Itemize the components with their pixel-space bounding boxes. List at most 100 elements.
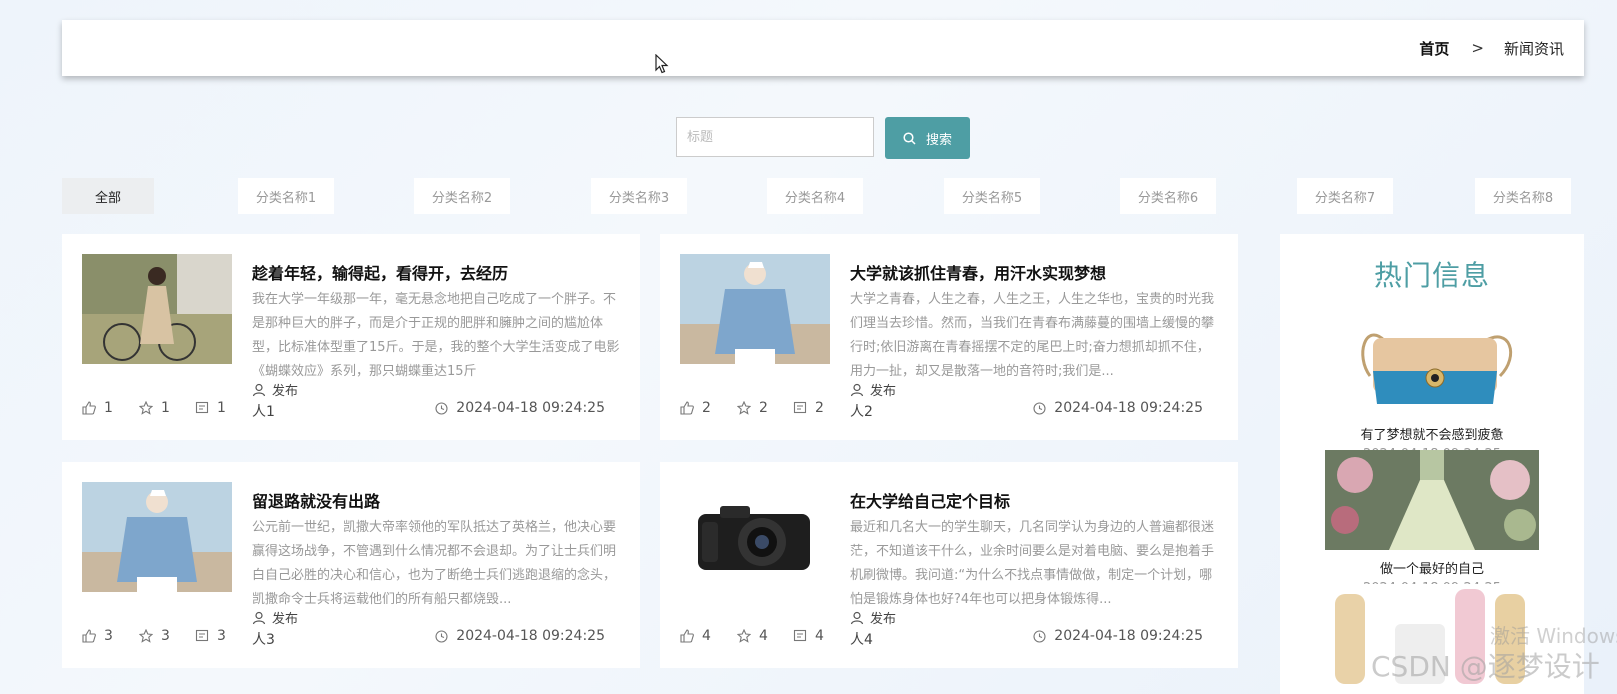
- breadcrumb: 首页 > 新闻资讯: [1419, 20, 1564, 76]
- search-input[interactable]: [676, 117, 874, 157]
- comment-icon: [793, 629, 807, 642]
- category-tab-2[interactable]: 分类名称2: [414, 178, 510, 214]
- comment-count-value: 1: [217, 400, 226, 416]
- article-time-value: 2024-04-18 09:24:25: [456, 628, 605, 644]
- mouse-cursor-icon: [655, 54, 669, 74]
- article-title[interactable]: 留退路就没有出路: [252, 488, 620, 512]
- hot-info-title: 热门信息: [1373, 259, 1490, 292]
- favorite-count-value: 1: [161, 400, 170, 416]
- star-icon: [737, 629, 751, 643]
- publish-label: 发布: [870, 384, 897, 399]
- article-thumbnail[interactable]: [680, 482, 830, 592]
- comment-count[interactable]: 2: [793, 400, 824, 416]
- favorite-count[interactable]: 4: [737, 628, 768, 644]
- handbag-image-icon: [1325, 316, 1539, 416]
- comment-icon: [793, 401, 807, 414]
- csdn-watermark: CSDN @逐梦设计: [1371, 650, 1600, 683]
- article-card[interactable]: 留退路就没有出路 公元前一世纪，凯撒大帝率领他的军队抵达了英格兰，他决心要赢得这…: [62, 462, 640, 668]
- favorite-count-value: 4: [759, 628, 768, 644]
- like-count[interactable]: 3: [82, 628, 113, 644]
- favorite-count-value: 2: [759, 400, 768, 416]
- favorite-count[interactable]: 1: [139, 400, 170, 416]
- breadcrumb-home-link[interactable]: 首页: [1419, 38, 1449, 59]
- user-icon: [850, 611, 864, 624]
- hot-item[interactable]: 做一个最好的自己 2024-04-18 09:24:25: [1280, 450, 1584, 596]
- article-publisher: 发布: [850, 608, 901, 627]
- like-count-value: 4: [702, 628, 711, 644]
- article-stats: 4 4 4 人4 2024-04-18 09:24:25: [680, 628, 1218, 650]
- user-icon: [850, 383, 864, 396]
- category-tab-all[interactable]: 全部: [62, 178, 154, 214]
- hot-item-image[interactable]: [1325, 450, 1539, 550]
- comment-icon: [195, 401, 209, 414]
- article-thumbnail[interactable]: [82, 482, 232, 592]
- like-count-value: 2: [702, 400, 711, 416]
- article-publisher: 发布: [850, 380, 901, 399]
- like-count-value: 3: [104, 628, 113, 644]
- star-icon: [737, 401, 751, 415]
- article-title[interactable]: 大学就该抓住青春，用汗水实现梦想: [850, 260, 1218, 284]
- like-count-value: 1: [104, 400, 113, 416]
- comment-count[interactable]: 1: [195, 400, 226, 416]
- comment-count[interactable]: 4: [793, 628, 824, 644]
- clock-icon: [435, 401, 448, 415]
- article-time-value: 2024-04-18 09:24:25: [1054, 400, 1203, 416]
- category-tab-4[interactable]: 分类名称4: [767, 178, 863, 214]
- comment-count-value: 3: [217, 628, 226, 644]
- favorite-count[interactable]: 2: [737, 400, 768, 416]
- category-tab-5[interactable]: 分类名称5: [944, 178, 1040, 214]
- category-tab-label: 分类名称1: [255, 190, 317, 206]
- category-tab-3[interactable]: 分类名称3: [591, 178, 687, 214]
- article-time: 2024-04-18 09:24:25: [1033, 628, 1203, 644]
- clock-icon: [1033, 401, 1046, 415]
- search-button[interactable]: 搜索: [885, 117, 970, 159]
- comment-count[interactable]: 3: [195, 628, 226, 644]
- star-icon: [139, 629, 153, 643]
- article-author: 人1: [252, 404, 275, 420]
- article-thumbnail[interactable]: [82, 254, 232, 364]
- article-author: 人2: [850, 404, 873, 420]
- like-count[interactable]: 1: [82, 400, 113, 416]
- like-count[interactable]: 2: [680, 400, 711, 416]
- category-tab-6[interactable]: 分类名称6: [1120, 178, 1216, 214]
- article-thumbnail[interactable]: [680, 254, 830, 364]
- thumbs-up-icon: [82, 401, 96, 415]
- article-card[interactable]: 趁着年轻，输得起，看得开，去经历 我在大学一年级那一年，毫无悬念地把自己吃成了一…: [62, 234, 640, 440]
- category-tab-1[interactable]: 分类名称1: [238, 178, 334, 214]
- thumbs-up-icon: [680, 401, 694, 415]
- article-excerpt: 公元前一世纪，凯撒大帝率领他的军队抵达了英格兰，他决心要赢得这场战争，不管遇到什…: [252, 520, 617, 607]
- category-tabs: 全部 分类名称1 分类名称2 分类名称3 分类名称4 分类名称5 分类名称6 分…: [62, 178, 1586, 216]
- search-bar: 搜索: [676, 117, 970, 159]
- publish-label: 发布: [272, 612, 299, 627]
- article-title[interactable]: 趁着年轻，输得起，看得开，去经历: [252, 260, 620, 284]
- article-author: 人3: [252, 632, 275, 648]
- category-tab-label: 分类名称2: [431, 190, 493, 206]
- publish-label: 发布: [272, 384, 299, 399]
- category-tab-7[interactable]: 分类名称7: [1297, 178, 1393, 214]
- comment-icon: [195, 629, 209, 642]
- like-count[interactable]: 4: [680, 628, 711, 644]
- category-tab-8[interactable]: 分类名称8: [1475, 178, 1571, 214]
- article-card[interactable]: 在大学给自己定个目标 最近和几名大一的学生聊天，几名同学认为身边的人普遍都很迷茫…: [660, 462, 1238, 668]
- favorite-count-value: 3: [161, 628, 170, 644]
- hot-item-image[interactable]: [1325, 316, 1539, 416]
- article-stats: 2 2 2 人2 2024-04-18 09:24:25: [680, 400, 1218, 422]
- article-time: 2024-04-18 09:24:25: [435, 628, 605, 644]
- category-tab-label: 分类名称6: [1137, 190, 1199, 206]
- breadcrumb-current: 新闻资讯: [1503, 39, 1564, 58]
- category-tab-label: 分类名称4: [784, 190, 846, 206]
- star-icon: [139, 401, 153, 415]
- hot-item-title: 有了梦想就不会感到疲惫: [1360, 428, 1504, 443]
- thumbs-up-icon: [680, 629, 694, 643]
- favorite-count[interactable]: 3: [139, 628, 170, 644]
- article-stats: 3 3 3 人3 2024-04-18 09:24:25: [82, 628, 620, 650]
- user-icon: [252, 383, 266, 396]
- category-tab-label: 全部: [94, 190, 121, 206]
- hot-item[interactable]: 有了梦想就不会感到疲惫 2024-04-18 09:24:25: [1280, 316, 1584, 462]
- article-time-value: 2024-04-18 09:24:25: [1054, 628, 1203, 644]
- user-icon: [252, 611, 266, 624]
- search-icon: [903, 131, 916, 145]
- article-stats: 1 1 1 人1 2024-04-18 09:24:25: [82, 400, 620, 422]
- article-card[interactable]: 大学就该抓住青春，用汗水实现梦想 大学之青春，人生之春，人生之王，人生之华也，宝…: [660, 234, 1238, 440]
- article-title[interactable]: 在大学给自己定个目标: [850, 488, 1218, 512]
